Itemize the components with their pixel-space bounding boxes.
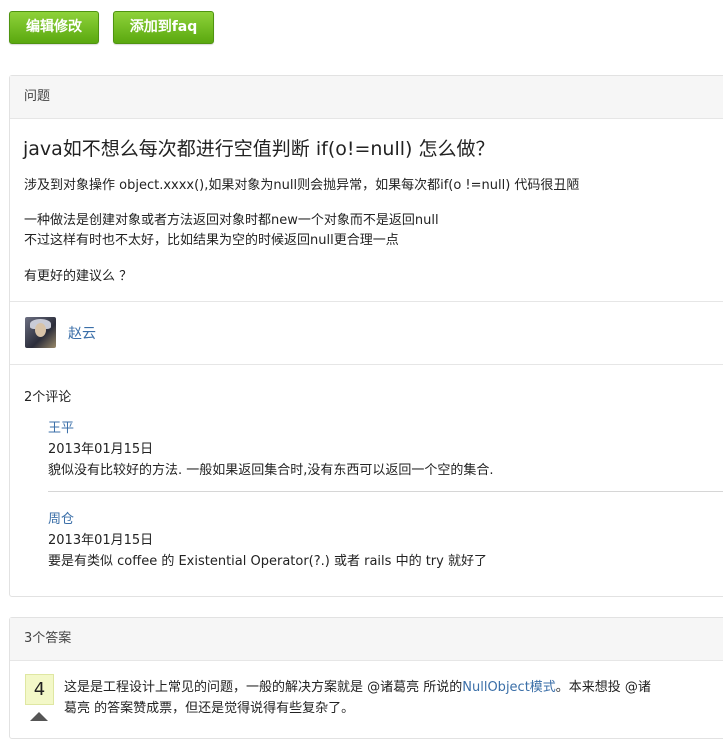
comments-count: 2个评论 xyxy=(24,390,72,405)
author-link[interactable]: 赵云 xyxy=(68,323,96,343)
answer-text-line-1: 这是是工程设计上常见的问题，一般的解决方案就是 @诸葛亮 所说的NullObje… xyxy=(64,676,651,695)
comment-user-link[interactable]: 王平 xyxy=(48,417,74,436)
answers-header: 3个答案 xyxy=(10,618,723,661)
divider xyxy=(10,301,723,302)
question-paragraph-3: 有更好的建议么 ？ xyxy=(24,269,133,284)
divider xyxy=(10,364,723,365)
comment-user-link[interactable]: 周仓 xyxy=(48,508,74,527)
question-header: 问题 xyxy=(10,76,723,119)
edit-button[interactable]: 编辑修改 xyxy=(9,11,99,44)
comment-text: 要是有类似 coffee 的 Existential Operator(?.) … xyxy=(48,554,487,569)
answer-text-after: 。本来想投 @诸 xyxy=(555,680,651,695)
question-panel: 问题 java如不想么每次都进行空值判断 if(o!=null) 怎么做？ 涉及… xyxy=(9,75,723,597)
avatar-face xyxy=(35,323,46,337)
nullobject-pattern-link[interactable]: NullObject模式 xyxy=(462,680,556,695)
answer-text-before: 这是是工程设计上常见的问题，一般的解决方案就是 @诸葛亮 所说的 xyxy=(64,680,463,695)
answers-panel: 3个答案 4 这是是工程设计上常见的问题，一般的解决方案就是 @诸葛亮 所说的N… xyxy=(9,617,723,739)
question-paragraph-2b: 不过这样有时也不太好，比如结果为空的时候返回null更合理一点 xyxy=(24,233,399,248)
vote-count: 4 xyxy=(25,674,54,705)
add-to-faq-button[interactable]: 添加到faq xyxy=(113,11,214,44)
avatar[interactable] xyxy=(25,317,56,348)
upvote-arrow-icon[interactable] xyxy=(30,712,48,721)
comment-date: 2013年01月15日 xyxy=(48,533,154,548)
comment-text: 貌似没有比较好的方法. 一般如果返回集合时,没有东西可以返回一个空的集合. xyxy=(48,463,494,478)
comment-divider xyxy=(48,491,723,492)
comment-date: 2013年01月15日 xyxy=(48,442,154,457)
question-paragraph-1: 涉及到对象操作 object.xxxx(),如果对象为null则会抛异常，如果每… xyxy=(24,178,580,193)
question-paragraph-2a: 一种做法是创建对象或者方法返回对象时都new一个对象而不是返回null xyxy=(24,213,439,228)
answer-text-line-2: 葛亮 的答案赞成票，但还是觉得说得有些复杂了。 xyxy=(64,701,355,716)
question-title: java如不想么每次都进行空值判断 if(o!=null) 怎么做？ xyxy=(23,138,495,160)
